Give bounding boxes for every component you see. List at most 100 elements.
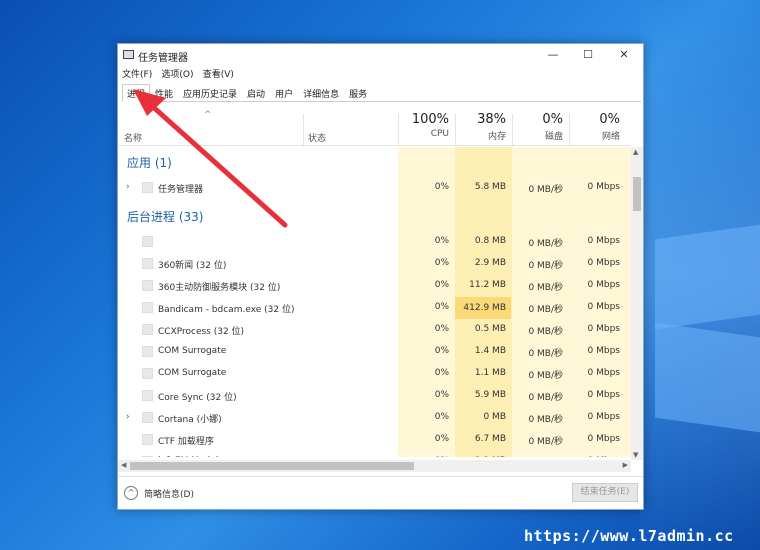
footer-bar: ^ 简略信息(D) 结束任务(E) [118, 476, 643, 509]
expand-chevron-icon[interactable]: › [126, 182, 130, 192]
process-row[interactable]: › Cortana (小娜) 0% 0 MB 0 MB/秒 0 Mbps [118, 407, 631, 429]
process-icon [142, 182, 153, 193]
scroll-left-icon[interactable]: ◀ [121, 461, 126, 469]
menu-view[interactable]: 查看(V) [203, 67, 234, 80]
process-mem-value: 1.4 MB [474, 346, 506, 356]
menu-file[interactable]: 文件(F) [122, 67, 152, 80]
chevron-up-circle-icon[interactable]: ^ [124, 486, 138, 500]
process-row[interactable]: infoEM Module 0%1.9 MB0 MB/秒0 Mbps [118, 451, 631, 457]
process-mem-value: 0 MB [483, 412, 506, 422]
process-icon [142, 236, 153, 247]
sort-arrow-icon: ^ [204, 110, 212, 120]
close-button[interactable]: ✕ [609, 46, 639, 64]
horizontal-scroll-thumb[interactable] [130, 462, 414, 470]
tab-processes[interactable]: 进程 [122, 84, 151, 102]
process-icon [142, 280, 153, 291]
process-row[interactable]: 0% 0.8 MB 0 MB/秒 0 Mbps [118, 231, 631, 253]
vertical-scrollbar[interactable]: ▲ ▼ [631, 147, 643, 460]
process-disk-value: 0 MB/秒 [528, 437, 563, 447]
column-memory-header[interactable]: 38% 内存 [455, 112, 511, 142]
column-disk-header[interactable]: 0% 磁盘 [512, 112, 568, 142]
tab-services[interactable]: 服务 [344, 84, 372, 102]
tab-app-history[interactable]: 应用历史记录 [178, 84, 242, 102]
process-mem-value: 6.7 MB [474, 434, 506, 444]
tab-startup[interactable]: 启动 [242, 84, 270, 102]
group-label: 后台进程 (33) [127, 210, 204, 224]
column-network-header[interactable]: 0% 网络 [569, 112, 625, 142]
menu-options[interactable]: 选项(O) [161, 67, 193, 80]
memory-total: 38% [477, 112, 506, 127]
process-row[interactable]: COM Surrogate 0% 1.4 MB 0 MB/秒 0 Mbps [118, 341, 631, 363]
process-row[interactable]: 360主动防御服务模块 (32 位) 0% 11.2 MB 0 MB/秒 0 Mbps [118, 275, 631, 297]
process-row[interactable]: Bandicam - bdcam.exe (32 位) 0% 412.9 MB 0 M… [118, 297, 631, 319]
process-cpu-value: 0% [434, 368, 449, 378]
tab-users[interactable]: 用户 [270, 84, 298, 102]
memory-label: 内存 [487, 132, 506, 142]
process-disk-value: 0 MB/秒 [528, 349, 563, 359]
scroll-up-icon[interactable]: ▲ [633, 148, 638, 156]
process-name: infoEM Module [158, 456, 224, 457]
process-mem-value: 1.1 MB [474, 368, 506, 378]
process-net-value: 0 Mbps [587, 346, 620, 356]
process-cpu-value: 0% [434, 236, 449, 246]
fewer-details-link[interactable]: 简略信息(D) [144, 487, 194, 500]
process-name: Bandicam - bdcam.exe (32 位) [158, 305, 295, 315]
process-row[interactable]: › 任务管理器 0% 5.8 MB 0 MB/秒 0 Mbps [118, 177, 631, 199]
process-mem-value: 2.9 MB [474, 258, 506, 268]
process-row[interactable]: COM Surrogate 0% 1.1 MB 0 MB/秒 0 Mbps [118, 363, 631, 385]
process-icon [142, 456, 153, 457]
tab-strip: 进程 性能 应用历史记录 启动 用户 详细信息 服务 [122, 84, 641, 102]
expand-chevron-icon[interactable]: › [126, 412, 130, 422]
process-disk-value: 0 MB/秒 [528, 239, 563, 249]
horizontal-scrollbar[interactable]: ◀ ▶ [118, 460, 631, 472]
group-apps[interactable]: 应用 (1) [118, 151, 631, 173]
scroll-down-icon[interactable]: ▼ [633, 451, 638, 459]
process-row[interactable]: CTF 加载程序 0% 6.7 MB 0 MB/秒 0 Mbps [118, 429, 631, 451]
scroll-right-icon[interactable]: ▶ [623, 461, 628, 469]
process-disk-value: 0 MB/秒 [528, 327, 563, 337]
process-row[interactable]: 360新闻 (32 位) 0% 2.9 MB 0 MB/秒 0 Mbps [118, 253, 631, 275]
process-mem-value: 412.9 MB [455, 297, 511, 319]
process-disk-value: 0 MB/秒 [528, 261, 563, 271]
process-cpu-value: 0% [434, 302, 449, 312]
process-net-value: 0 Mbps [587, 390, 620, 400]
process-net-value: 0 Mbps [587, 302, 620, 312]
title-bar[interactable]: 任务管理器 — ☐ ✕ [118, 44, 643, 66]
task-manager-icon [123, 50, 134, 59]
process-mem-value: 11.2 MB [469, 280, 506, 290]
column-cpu-header[interactable]: 100% CPU [398, 112, 454, 139]
process-disk-value: 0 MB/秒 [528, 185, 563, 195]
process-cpu-value: 0% [434, 412, 449, 422]
tab-performance[interactable]: 性能 [150, 84, 178, 102]
disk-total: 0% [542, 112, 563, 127]
minimize-button[interactable]: — [538, 46, 568, 64]
process-icon [142, 434, 153, 445]
process-cpu-value: 0% [434, 182, 449, 192]
task-manager-window: 任务管理器 — ☐ ✕ 文件(F) 选项(O) 查看(V) 进程 性能 应用历史… [117, 43, 644, 510]
process-net-value: 0 Mbps [587, 434, 620, 444]
column-headers: ^ 名称 状态 100% CPU 38% 内存 0% 磁盘 0% 网络 [118, 104, 631, 146]
cpu-total: 100% [411, 112, 449, 127]
process-cpu-value: 0% [398, 456, 454, 457]
process-icon [142, 412, 153, 423]
process-mem-value: 5.9 MB [474, 390, 506, 400]
process-icon [142, 368, 153, 379]
column-divider[interactable] [303, 114, 304, 146]
process-row[interactable]: Core Sync (32 位) 0% 5.9 MB 0 MB/秒 0 Mbps [118, 385, 631, 407]
end-task-button[interactable]: 结束任务(E) [572, 483, 638, 502]
process-cpu-value: 0% [434, 346, 449, 356]
process-row[interactable]: CCXProcess (32 位) 0% 0.5 MB 0 MB/秒 0 Mbps [118, 319, 631, 341]
group-background[interactable]: 后台进程 (33) [118, 205, 631, 227]
wallpaper-window-pane-bottom [655, 322, 760, 433]
vertical-scroll-thumb[interactable] [633, 177, 641, 211]
process-name: Cortana (小娜) [158, 415, 222, 425]
process-list: 应用 (1) › 任务管理器 0% 5.8 MB 0 MB/秒 0 Mbps 后台进程 (33… [118, 147, 631, 457]
column-name-header[interactable]: 名称 [124, 131, 142, 144]
process-cpu-value: 0% [434, 280, 449, 290]
process-net-value: 0 Mbps [587, 280, 620, 290]
column-status-header[interactable]: 状态 [308, 131, 326, 144]
process-icon [142, 390, 153, 401]
group-label: 应用 (1) [127, 156, 172, 170]
maximize-button[interactable]: ☐ [573, 46, 603, 64]
tab-details[interactable]: 详细信息 [298, 84, 344, 102]
